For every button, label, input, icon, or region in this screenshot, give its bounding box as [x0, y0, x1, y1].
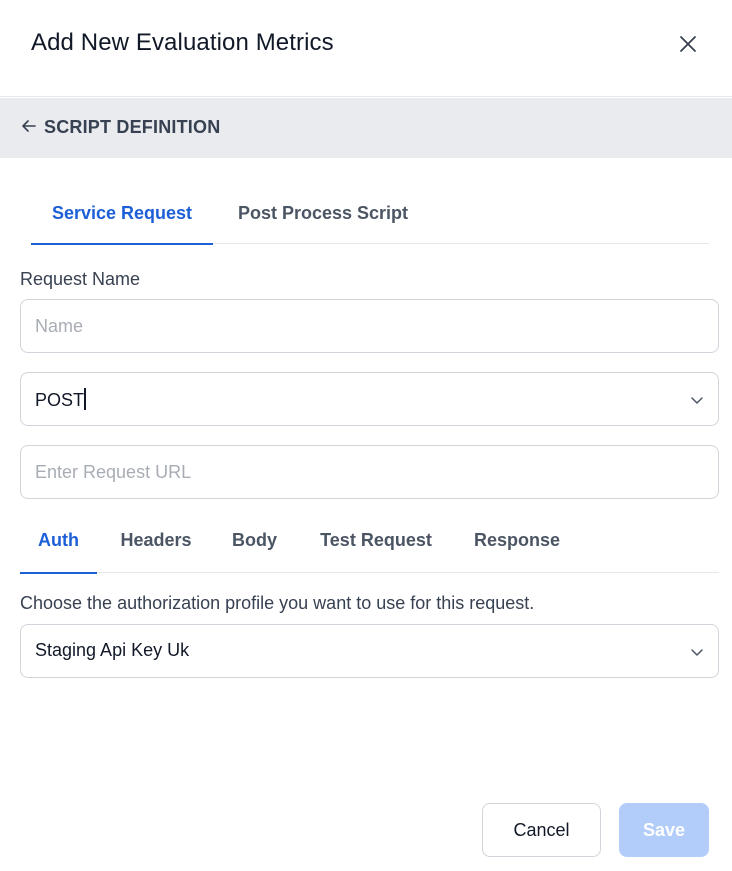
tab-service-request[interactable]: Service Request — [31, 190, 213, 245]
dialog-header: Add New Evaluation Metrics — [0, 0, 732, 97]
request-name-input[interactable] — [20, 299, 719, 353]
request-url-input[interactable] — [20, 445, 719, 499]
close-icon — [680, 36, 696, 52]
chevron-down-icon — [691, 649, 703, 656]
request-name-label: Request Name — [20, 269, 141, 289]
top-tabs: Service Request Post Process Script — [31, 190, 709, 245]
chevron-down-icon — [691, 397, 703, 404]
auth-profile-select[interactable]: Staging Api Key Uk — [20, 624, 719, 678]
method-select-value: POST — [35, 388, 86, 410]
cancel-button[interactable]: Cancel — [482, 803, 601, 857]
tab-body[interactable]: Body — [226, 518, 283, 573]
method-select[interactable]: POST — [20, 372, 719, 426]
section-title: SCRIPT DEFINITION — [44, 117, 221, 137]
section-header: SCRIPT DEFINITION — [0, 98, 732, 158]
tab-response[interactable]: Response — [466, 518, 568, 573]
auth-description: Choose the authorization profile you wan… — [20, 593, 535, 613]
request-sub-tabs: Auth Headers Body Test Request Response — [20, 518, 719, 574]
arrow-left-icon[interactable] — [20, 117, 38, 135]
add-metrics-dialog: Add New Evaluation Metrics SCRIPT DEFINI… — [0, 0, 732, 871]
auth-profile-value: Staging Api Key Uk — [35, 640, 190, 660]
tab-headers[interactable]: Headers — [111, 518, 201, 573]
tab-auth[interactable]: Auth — [20, 518, 97, 574]
tab-post-process-script[interactable]: Post Process Script — [231, 190, 415, 244]
dialog-title: Add New Evaluation Metrics — [31, 29, 334, 56]
save-button[interactable]: Save — [619, 803, 709, 857]
close-button[interactable] — [672, 28, 704, 60]
text-cursor — [84, 388, 86, 410]
tab-test-request[interactable]: Test Request — [309, 518, 443, 573]
